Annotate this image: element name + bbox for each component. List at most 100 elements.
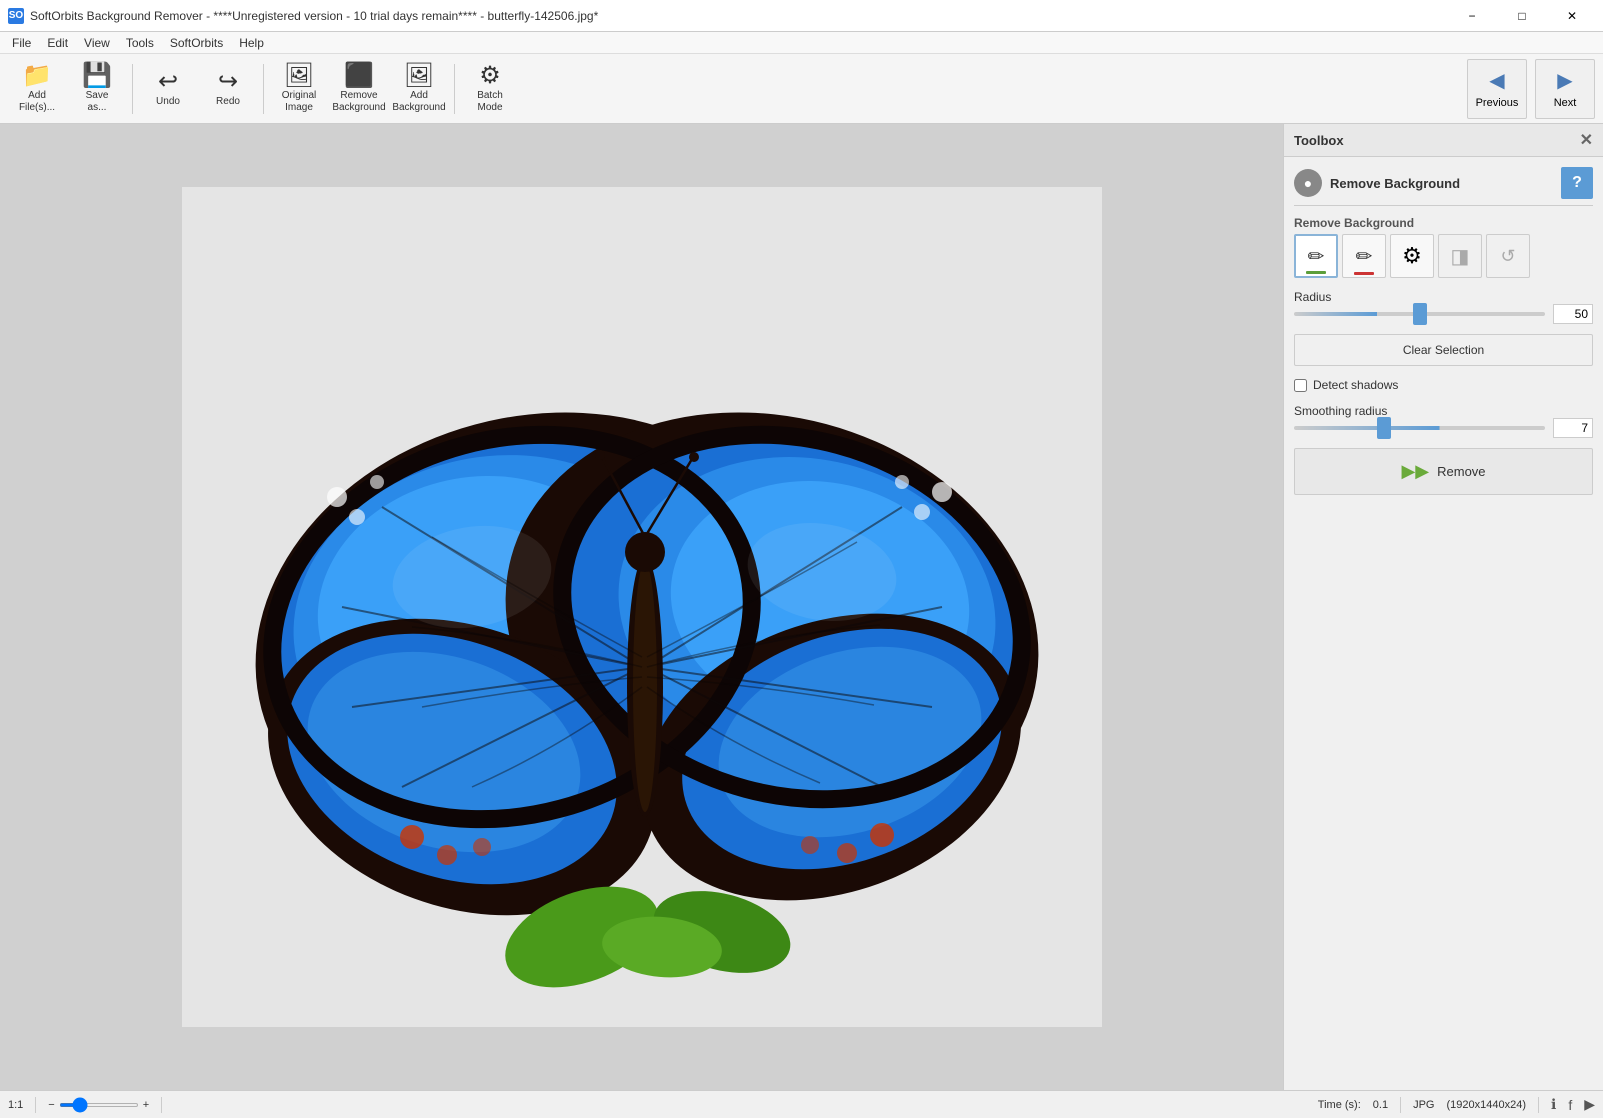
save-label: Saveas... [86, 90, 109, 114]
zoom-level: 1:1 [8, 1099, 23, 1111]
save-as-button[interactable]: 💾 Saveas... [68, 59, 126, 119]
next-button[interactable]: ▶ Next [1535, 59, 1595, 119]
status-separator-4 [1538, 1097, 1539, 1113]
dimensions-label: (1920x1440x24) [1446, 1099, 1526, 1111]
facebook-icon[interactable]: f [1568, 1097, 1572, 1113]
butterfly-canvas [182, 187, 1102, 1027]
radius-section: Radius [1294, 290, 1593, 324]
menu-tools[interactable]: Tools [118, 34, 162, 52]
original-image-button[interactable]: 🖼 OriginalImage [270, 59, 328, 119]
status-bar: 1:1 − + Time (s): 0.1 JPG (1920x1440x24)… [0, 1090, 1603, 1118]
info-icon[interactable]: ℹ [1551, 1096, 1556, 1113]
format-label: JPG [1413, 1099, 1434, 1111]
redo-button[interactable]: ↪ Redo [199, 59, 257, 119]
red-underline [1354, 272, 1374, 275]
remove-background-button[interactable]: ⬛ RemoveBackground [330, 59, 388, 119]
status-right: Time (s): 0.1 JPG (1920x1440x24) ℹ f ▶ [1318, 1096, 1595, 1113]
nav-buttons: ◀ Previous ▶ Next [1467, 59, 1595, 119]
detect-shadows-label[interactable]: Detect shadows [1313, 378, 1398, 392]
menu-softorbits[interactable]: SoftOrbits [162, 34, 231, 52]
maximize-button[interactable]: □ [1499, 0, 1545, 32]
remove-bg-label: RemoveBackground [332, 90, 385, 114]
batch-mode-label: Batch Mode [464, 90, 516, 114]
toolbox-close-button[interactable]: ✕ [1580, 130, 1593, 150]
window-title: SoftOrbits Background Remover - ****Unre… [30, 9, 1449, 23]
batch-mode-button[interactable]: ⚙ Batch Mode [461, 59, 519, 119]
remove-bg-section-title: Remove Background [1330, 176, 1460, 191]
remove-button[interactable]: ▶▶ Remove [1294, 448, 1593, 495]
radius-slider-wrap [1294, 312, 1545, 316]
youtube-icon[interactable]: ▶ [1584, 1096, 1595, 1113]
magic-wand-icon: ⚙ [1402, 243, 1422, 269]
undo-icon: ↩ [158, 70, 178, 94]
fill-tool-2-button[interactable]: ↺ [1486, 234, 1530, 278]
redo-label: Redo [216, 96, 240, 108]
toolbox-title: Toolbox [1294, 133, 1344, 148]
status-separator-2 [161, 1097, 162, 1113]
brush-green-button[interactable]: ✏ [1294, 234, 1338, 278]
menu-help[interactable]: Help [231, 34, 272, 52]
previous-button[interactable]: ◀ Previous [1467, 59, 1527, 119]
smoothing-section: Smoothing radius [1294, 404, 1593, 438]
zoom-slider[interactable] [59, 1103, 139, 1107]
zoom-minus-icon: − [48, 1099, 54, 1111]
close-button[interactable]: ✕ [1549, 0, 1595, 32]
add-bg-icon: 🖼 [404, 64, 434, 88]
remove-bg-icon: ⬛ [344, 64, 374, 88]
radius-value-input[interactable] [1553, 304, 1593, 324]
toolbar: 📁 Add File(s)... 💾 Saveas... ↩ Undo ↪ Re… [0, 54, 1603, 124]
add-files-button[interactable]: 📁 Add File(s)... [8, 59, 66, 119]
redo-icon: ↪ [218, 70, 238, 94]
undo-button[interactable]: ↩ Undo [139, 59, 197, 119]
clear-selection-button[interactable]: Clear Selection [1294, 334, 1593, 366]
title-bar: SO SoftOrbits Background Remover - ****U… [0, 0, 1603, 32]
status-separator-1 [35, 1097, 36, 1113]
menu-view[interactable]: View [76, 34, 118, 52]
magic-wand-button[interactable]: ⚙ [1390, 234, 1434, 278]
remove-bg-section-header: ● Remove Background ? [1294, 167, 1593, 206]
previous-label: Previous [1476, 97, 1519, 109]
add-background-button[interactable]: 🖼 AddBackground [390, 59, 448, 119]
menu-edit[interactable]: Edit [39, 34, 76, 52]
menu-file[interactable]: File [4, 34, 39, 52]
previous-icon: ◀ [1489, 68, 1504, 93]
smoothing-row [1294, 418, 1593, 438]
main-area: Toolbox ✕ ● Remove Background ? Remove B… [0, 124, 1603, 1090]
toolbar-separator-3 [454, 64, 455, 114]
remove-button-label: Remove [1437, 464, 1485, 479]
next-icon: ▶ [1557, 68, 1572, 93]
canvas-area[interactable] [0, 124, 1283, 1090]
radius-slider[interactable] [1294, 312, 1545, 316]
tool-buttons-row: ✏ ✏ ⚙ ◨ ↺ [1294, 234, 1593, 278]
fill2-icon: ↺ [1500, 246, 1515, 267]
smoothing-slider[interactable] [1294, 426, 1545, 430]
toolbox-content: ● Remove Background ? Remove Background … [1284, 157, 1603, 505]
butterfly-image [182, 187, 1102, 1027]
minimize-button[interactable]: − [1449, 0, 1495, 32]
smoothing-label: Smoothing radius [1294, 404, 1593, 418]
help-button[interactable]: ? [1561, 167, 1593, 199]
time-value: 0.1 [1373, 1099, 1388, 1111]
original-image-label: OriginalImage [282, 90, 316, 114]
remove-button-icon: ▶▶ [1401, 461, 1429, 482]
fill1-icon: ◨ [1451, 244, 1470, 269]
batch-mode-icon: ⚙ [479, 64, 501, 88]
brush-red-icon: ✏ [1356, 244, 1373, 269]
brush-green-icon: ✏ [1308, 244, 1325, 269]
menu-bar: File Edit View Tools SoftOrbits Help [0, 32, 1603, 54]
brush-red-button[interactable]: ✏ [1342, 234, 1386, 278]
radius-label: Radius [1294, 290, 1593, 304]
fill-tool-1-button[interactable]: ◨ [1438, 234, 1482, 278]
smoothing-slider-wrap [1294, 426, 1545, 430]
detect-shadows-row: Detect shadows [1294, 378, 1593, 392]
smoothing-value-input[interactable] [1553, 418, 1593, 438]
zoom-control: − + [48, 1099, 149, 1111]
remove-bg-label: Remove Background [1294, 216, 1593, 230]
radius-row [1294, 304, 1593, 324]
app-icon: SO [8, 8, 24, 24]
add-files-label: Add File(s)... [11, 90, 63, 114]
time-label: Time (s): [1318, 1099, 1361, 1111]
toolbar-separator-1 [132, 64, 133, 114]
window-controls: − □ ✕ [1449, 0, 1595, 32]
detect-shadows-checkbox[interactable] [1294, 379, 1307, 392]
